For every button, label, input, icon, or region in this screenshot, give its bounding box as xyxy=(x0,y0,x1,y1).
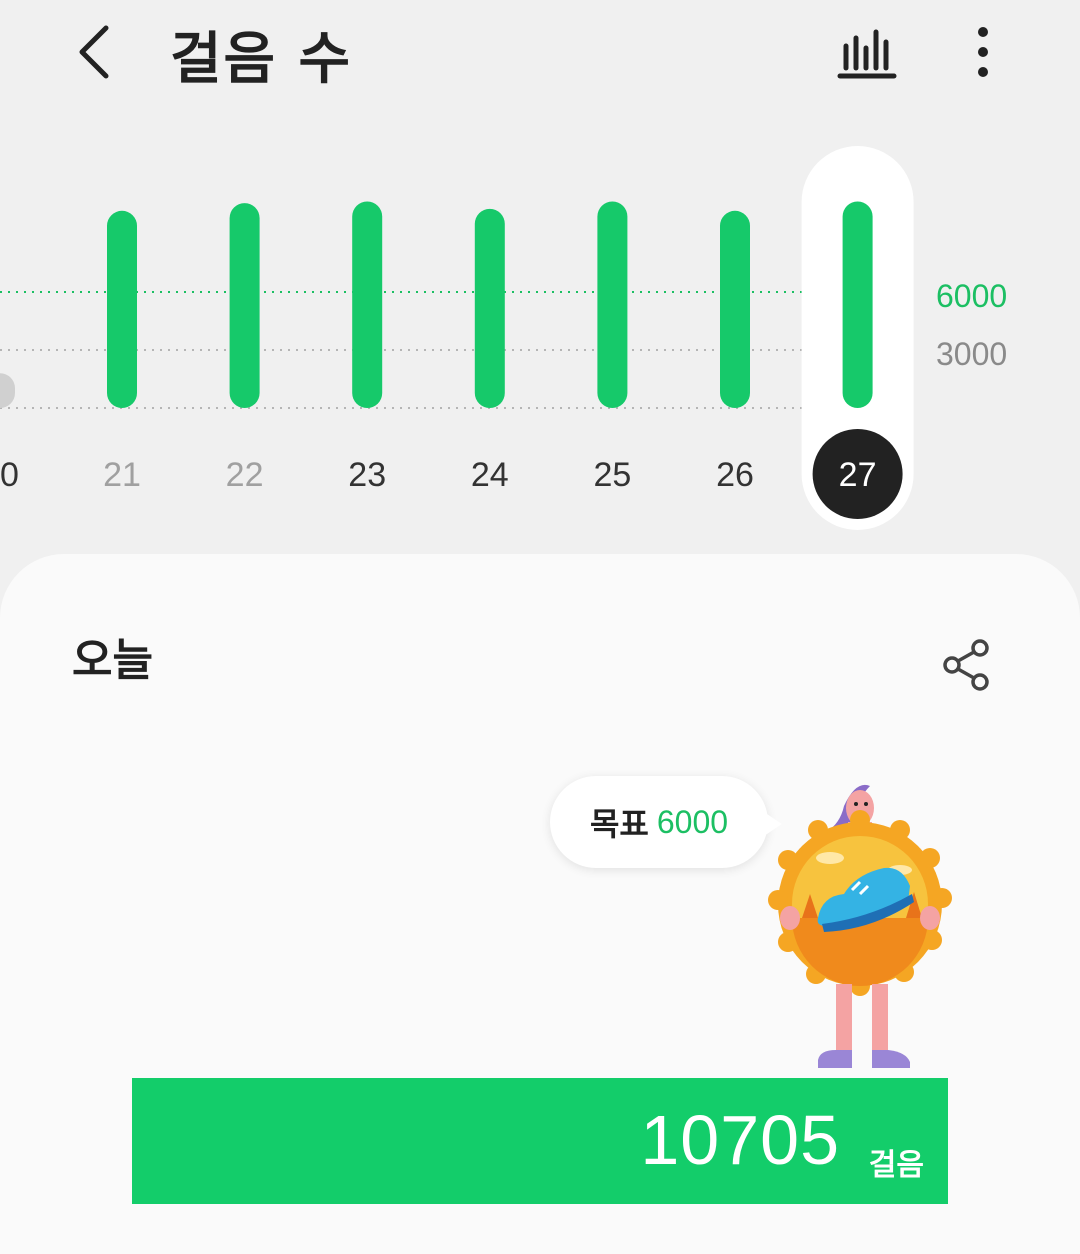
day-label-20: 20 xyxy=(0,456,19,494)
steps-count: 10705 xyxy=(640,1101,840,1179)
today-label: 오늘 xyxy=(72,635,153,686)
top-app-bar: 걸음 수 xyxy=(0,0,1080,110)
bar-20 xyxy=(0,373,15,408)
day-label-27: 27 xyxy=(839,456,877,494)
day-label-23: 23 xyxy=(348,456,386,494)
bar-22 xyxy=(229,203,260,408)
bar-24 xyxy=(474,208,505,408)
page-title: 걸음 수 xyxy=(170,27,353,92)
today-card: 오늘 목표 6000 10705 걸음 xyxy=(0,554,1080,1254)
day-label-26: 26 xyxy=(716,456,754,494)
back-button[interactable] xyxy=(70,20,130,84)
day-label-24: 24 xyxy=(471,456,509,494)
chevron-left-icon xyxy=(79,25,109,79)
steps-unit: 걸음 xyxy=(868,1148,924,1183)
bar-chart-icon xyxy=(837,29,897,79)
steps-bar-chart: 20 21 22 23 24 25 26 27 xyxy=(0,146,914,530)
walker-medal-illustration xyxy=(768,784,952,1068)
steps-progress-bar: 10705 걸음 xyxy=(132,1078,948,1204)
day-label-25: 25 xyxy=(593,456,631,494)
share-icon xyxy=(943,639,989,691)
goal-axis-label: 6000 xyxy=(936,278,1008,314)
more-options-button[interactable] xyxy=(962,20,1004,84)
statistics-button[interactable] xyxy=(836,24,900,84)
goal-label: 목표 xyxy=(589,805,649,843)
bar-27 xyxy=(842,201,873,408)
goal-bubble: 목표 6000 xyxy=(550,776,782,868)
share-button[interactable] xyxy=(938,636,996,694)
reference-axis-label: 3000 xyxy=(936,336,1008,372)
bar-23 xyxy=(352,201,383,408)
day-label-21: 21 xyxy=(103,456,141,494)
bar-26 xyxy=(720,210,750,408)
more-vert-icon xyxy=(978,27,988,77)
goal-value: 6000 xyxy=(656,803,729,840)
daily-steps-chart: 20 21 22 23 24 25 26 27 6000 3000 xyxy=(0,110,1080,550)
day-label-22: 22 xyxy=(226,456,264,494)
bar-21 xyxy=(107,210,137,408)
bar-25 xyxy=(597,201,628,408)
